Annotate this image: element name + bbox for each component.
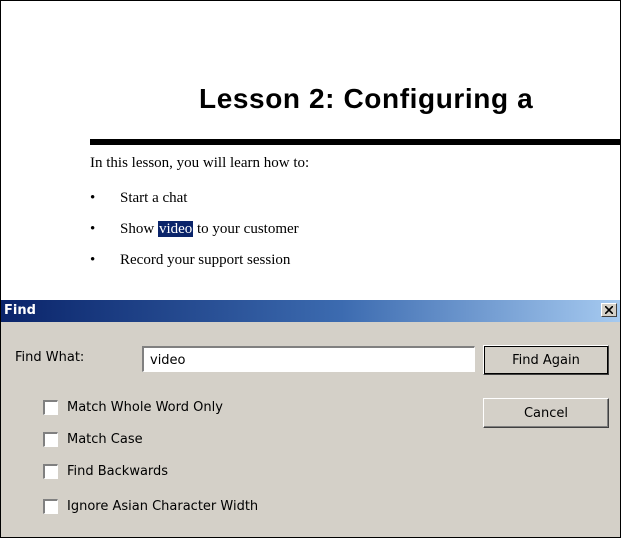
find-backwards-checkbox[interactable]	[43, 463, 58, 479]
lesson-intro: In this lesson, you will learn how to:	[90, 155, 310, 171]
bullet-icon: •	[90, 252, 96, 268]
text-before-match: Show	[120, 221, 158, 237]
list-item-text: Start a chat	[120, 190, 188, 206]
match-whole-word-option[interactable]: Match Whole Word Only	[43, 398, 223, 416]
close-button[interactable]	[601, 303, 617, 317]
match-case-checkbox[interactable]	[43, 431, 58, 447]
dialog-titlebar[interactable]: Find	[1, 300, 620, 322]
ignore-asian-width-option[interactable]: Ignore Asian Character Width	[43, 497, 258, 515]
match-case-label[interactable]: Match Case	[67, 432, 143, 447]
list-item-text: Show video to your customer	[120, 221, 299, 238]
document-view: Lesson 2: Configuring a In this lesson, …	[1, 1, 620, 293]
close-icon	[605, 306, 613, 314]
match-whole-word-label[interactable]: Match Whole Word Only	[67, 400, 223, 415]
match-whole-word-checkbox[interactable]	[43, 399, 58, 415]
bullet-icon: •	[90, 221, 96, 237]
find-dialog: Find Find What: Find Again Cancel Match …	[1, 299, 620, 537]
find-again-button[interactable]: Find Again	[483, 345, 609, 375]
find-what-input[interactable]	[142, 346, 475, 372]
cancel-button[interactable]: Cancel	[483, 398, 609, 428]
find-what-label: Find What:	[15, 350, 85, 365]
bullet-icon: •	[90, 190, 96, 206]
list-item-text: Record your support session	[120, 252, 291, 268]
find-backwards-label[interactable]: Find Backwards	[67, 464, 168, 479]
dialog-title: Find	[4, 303, 36, 318]
match-case-option[interactable]: Match Case	[43, 430, 143, 448]
text-after-match: to your customer	[193, 221, 299, 237]
ignore-asian-width-checkbox[interactable]	[43, 498, 58, 514]
title-divider	[90, 139, 620, 145]
ignore-asian-width-label[interactable]: Ignore Asian Character Width	[67, 499, 258, 514]
search-match-highlight: video	[157, 221, 194, 237]
find-backwards-option[interactable]: Find Backwards	[43, 462, 168, 480]
app-window: Lesson 2: Configuring a In this lesson, …	[0, 0, 621, 538]
lesson-title: Lesson 2: Configuring a	[199, 83, 534, 114]
